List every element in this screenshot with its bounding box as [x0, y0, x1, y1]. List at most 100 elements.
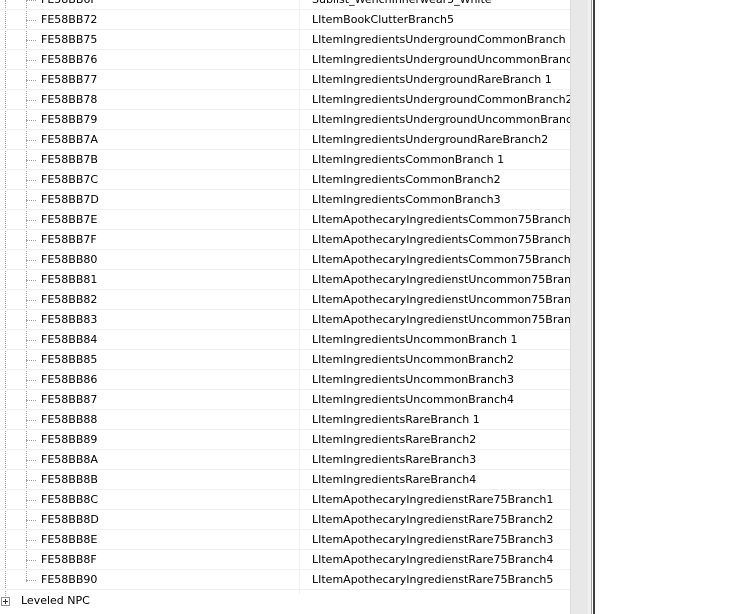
form-id: FE58BB83: [41, 313, 98, 326]
plus-expander-icon[interactable]: [1, 597, 10, 606]
editor-id: LItemIngredientsUndergroundCommonBranch …: [312, 33, 570, 46]
tree-connector: [26, 380, 36, 381]
form-id: FE58BB7C: [41, 173, 99, 186]
form-id: FE58BB86: [41, 373, 98, 386]
tree-group-leveled-npc[interactable]: Leveled NPC: [0, 591, 570, 611]
editor-id: LItemIngredientsRareBranch 1: [312, 413, 480, 426]
form-id: FE58BB81: [41, 273, 98, 286]
form-id: FE58BB89: [41, 433, 98, 446]
tree-connector: [26, 300, 36, 301]
form-id: FE58BB76: [41, 53, 98, 66]
tree-row[interactable]: FE58BB86 LItemIngredientsUncommonBranch3: [0, 370, 570, 390]
editor-id: LItemIngredientsCommonBranch3: [312, 193, 501, 206]
form-id: FE58BB7A: [41, 133, 98, 146]
form-id: FE58BB78: [41, 93, 98, 106]
editor-id: LItemApothecaryIngredienstRare75Branch2: [312, 513, 554, 526]
tree-row[interactable]: FE58BB7F LItemApothecaryIngredientsCommon…: [0, 230, 570, 250]
form-id: FE58BB7D: [41, 193, 99, 206]
tree-row[interactable]: FE58BB8B LItemIngredientsRareBranch4: [0, 470, 570, 490]
tree-row[interactable]: FE58BB7B LItemIngredientsCommonBranch 1: [0, 150, 570, 170]
editor-id: LItemApothecaryIngredientsCommon75Branch…: [312, 213, 570, 226]
tree-row[interactable]: FE58BB76 LItemIngredientsUndergroundUncom…: [0, 50, 570, 70]
tree-row[interactable]: FE58BB8E LItemApothecaryIngredienstRare75…: [0, 530, 570, 550]
tree-connector: [26, 100, 36, 101]
tree-row[interactable]: FE58BB80 LItemApothecaryIngredientsCommon…: [0, 250, 570, 270]
tree-row[interactable]: FE58BB77 LItemIngredientsUndergroundRareB…: [0, 70, 570, 90]
record-tree[interactable]: FE58BB6F Sublist_WenchInnerwear5_White F…: [0, 0, 570, 614]
tree-row[interactable]: FE58BB84 LItemIngredientsUncommonBranch 1: [0, 330, 570, 350]
tree-row[interactable]: FE58BB8F LItemApothecaryIngredienstRare75…: [0, 550, 570, 570]
tree-row[interactable]: FE58BB7D LItemIngredientsCommonBranch3: [0, 190, 570, 210]
form-id: FE58BB87: [41, 393, 98, 406]
tree-connector: [26, 260, 36, 261]
vertical-scrollbar[interactable]: [570, 0, 588, 614]
tree-row[interactable]: FE58BB83 LItemApothecaryIngredienstUncomm…: [0, 310, 570, 330]
editor-id: LItemApothecaryIngredienstRare75Branch4: [312, 553, 554, 566]
editor-id: LItemIngredientsUncommonBranch4: [312, 393, 514, 406]
tree-connector: [26, 220, 36, 221]
tree-connector: [26, 140, 36, 141]
tree-rows: FE58BB6F Sublist_WenchInnerwear5_White F…: [0, 0, 570, 590]
tree-connector: [26, 200, 36, 201]
form-id: FE58BB8F: [41, 553, 97, 566]
form-id: FE58BB8A: [41, 453, 98, 466]
editor-id: LItemIngredientsRareBranch4: [312, 473, 477, 486]
tree-connector: [26, 500, 36, 501]
details-pane: [595, 0, 748, 614]
tree-row[interactable]: FE58BB90 LItemApothecaryIngredienstRare75…: [0, 570, 570, 590]
tree-row[interactable]: FE58BB72 LItemBookClutterBranch5: [0, 10, 570, 30]
editor-id: LItemApothecaryIngredienstRare75Branch1: [312, 493, 554, 506]
tree-connector: [26, 340, 36, 341]
editor-id: LItemApothecaryIngredientsCommon75Branch…: [312, 253, 570, 266]
tree-row[interactable]: FE58BB8D LItemApothecaryIngredienstRare75…: [0, 510, 570, 530]
editor-id: Sublist_WenchInnerwear5_White: [312, 0, 570, 10]
form-id: FE58BB79: [41, 113, 98, 126]
tree-row[interactable]: FE58BB82 LItemApothecaryIngredienstUncomm…: [0, 290, 570, 310]
form-id: FE58BB7E: [41, 213, 98, 226]
form-id: FE58BB90: [41, 573, 98, 586]
tree-row-partial[interactable]: FE58BB6F Sublist_WenchInnerwear5_White: [0, 0, 570, 10]
editor-id: LItemApothecaryIngredienstRare75Branch3: [312, 533, 554, 546]
tree-row[interactable]: FE58BB7E LItemApothecaryIngredientsCommon…: [0, 210, 570, 230]
tree-connector: [26, 40, 36, 41]
tree-connector: [26, 160, 36, 161]
group-label: Leveled NPC: [21, 594, 90, 607]
editor-id: LItemIngredientsUncommonBranch3: [312, 373, 514, 386]
tree-row[interactable]: FE58BB89 LItemIngredientsRareBranch2: [0, 430, 570, 450]
form-id: FE58BB84: [41, 333, 98, 346]
tree-row[interactable]: FE58BB78 LItemIngredientsUndergroundCommo…: [0, 90, 570, 110]
form-id: FE58BB82: [41, 293, 98, 306]
tree-connector: [26, 280, 36, 281]
tree-connector: [26, 240, 36, 241]
form-id: FE58BB7B: [41, 153, 98, 166]
tree-connector: [26, 120, 36, 121]
editor-id: LItemIngredientsUncommonBranch 1: [312, 333, 518, 346]
tree-row[interactable]: FE58BB87 LItemIngredientsUncommonBranch4: [0, 390, 570, 410]
tree-row[interactable]: FE58BB79 LItemIngredientsUndergroundUncom…: [0, 110, 570, 130]
tree-row[interactable]: FE58BB8C LItemApothecaryIngredienstRare75…: [0, 490, 570, 510]
tree-connector: [26, 60, 36, 61]
editor-id: LItemIngredientsUndergroundRareBranch2: [312, 133, 549, 146]
tree-row[interactable]: FE58BB7A LItemIngredientsUndergroundRareB…: [0, 130, 570, 150]
editor-id: LItemIngredientsUndergroundUncommonBranc…: [312, 53, 570, 66]
form-id: FE58BB7F: [41, 233, 97, 246]
form-id: FE58BB80: [41, 253, 98, 266]
form-id: FE58BB8B: [41, 473, 98, 486]
tree-row[interactable]: FE58BB7C LItemIngredientsCommonBranch2: [0, 170, 570, 190]
form-id: FE58BB8D: [41, 513, 99, 526]
tree-row[interactable]: FE58BB88 LItemIngredientsRareBranch 1: [0, 410, 570, 430]
tree-connector: [26, 80, 36, 81]
editor-id: LItemIngredientsCommonBranch2: [312, 173, 501, 186]
tree-connector: [26, 420, 36, 421]
tree-row[interactable]: FE58BB8A LItemIngredientsRareBranch3: [0, 450, 570, 470]
editor-id: LItemIngredientsUndergroundRareBranch 1: [312, 73, 552, 86]
editor-id: LItemIngredientsRareBranch2: [312, 433, 477, 446]
tree-row[interactable]: FE58BB75 LItemIngredientsUndergroundCommo…: [0, 30, 570, 50]
editor-id: LItemIngredientsUndergroundUncommonBranc…: [312, 113, 570, 126]
tree-row[interactable]: FE58BB81 LItemApothecaryIngredienstUncomm…: [0, 270, 570, 290]
tree-connector: [26, 20, 36, 21]
editor-id: LItemApothecaryIngredienstRare75Branch5: [312, 573, 554, 586]
tree-connector: [26, 460, 36, 461]
tree-connector: [26, 580, 36, 581]
tree-row[interactable]: FE58BB85 LItemIngredientsUncommonBranch2: [0, 350, 570, 370]
